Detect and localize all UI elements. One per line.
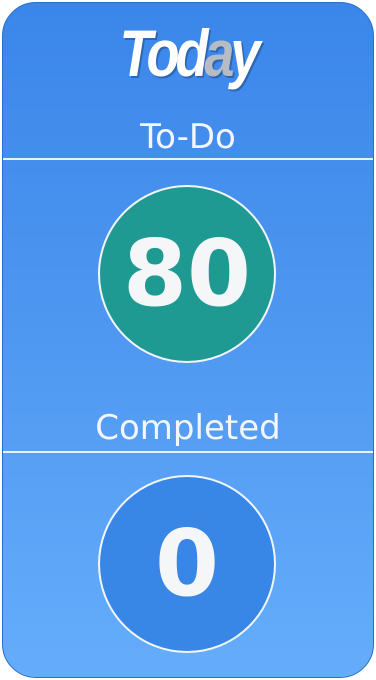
completed-label: Completed [95,408,281,448]
completed-divider [3,451,373,453]
todo-label: To-Do [140,117,236,157]
today-logo: Today [36,17,339,89]
todo-count-button[interactable]: 80 [98,185,276,363]
completed-count-button[interactable]: 0 [98,475,276,653]
logo-text-accent: a [204,16,234,90]
today-widget: Today To-Do 80 Completed 0 [2,2,374,678]
todo-divider [3,158,373,160]
logo-text-end: y [230,16,260,90]
logo-text-start: Tod [119,16,209,90]
